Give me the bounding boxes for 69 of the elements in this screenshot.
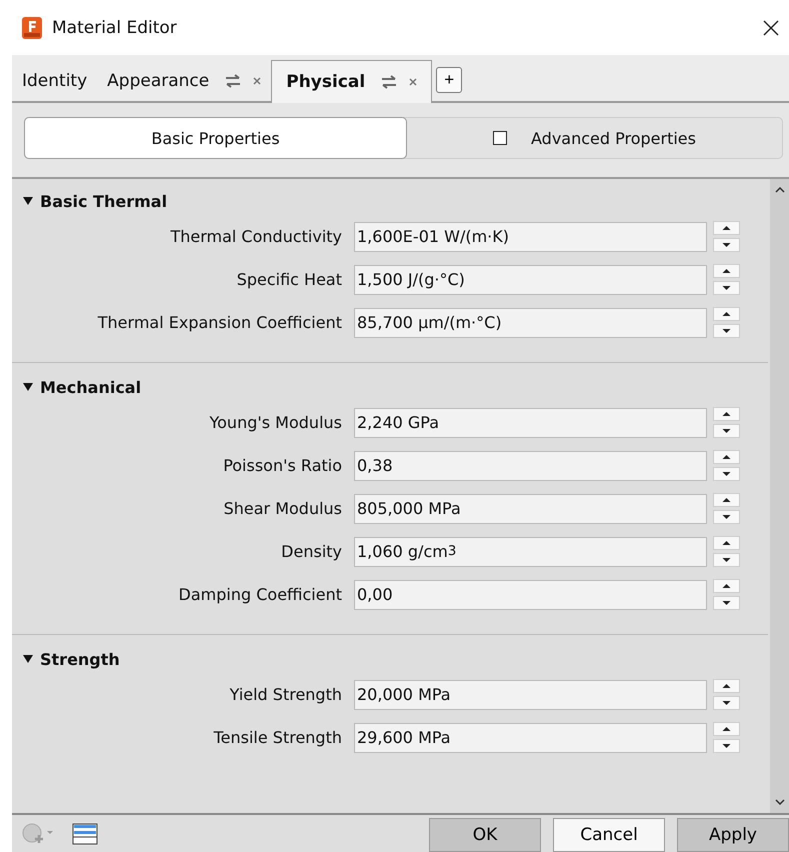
property-label: Density [280,542,343,561]
property-label: Damping Coefficient [178,585,343,604]
scroll-down-icon[interactable] [774,799,784,805]
tab[interactable]: Appearance [97,61,272,101]
section-title: Mechanical [40,378,142,396]
spin-up-icon[interactable] [713,450,740,464]
spin-down-icon[interactable] [713,510,740,524]
close-icon[interactable] [763,20,779,36]
scroll-up-icon[interactable] [774,187,784,193]
spin-down-icon[interactable] [713,424,740,438]
value-field[interactable]: 85,700 µm/(m·°C) [354,308,707,338]
value-field[interactable]: 20,000 MPa [354,680,707,710]
spin-up-icon[interactable] [713,264,740,278]
property-label: Thermal Expansion Coefficient [96,313,343,332]
spin-down-icon[interactable] [713,596,740,610]
value-field[interactable]: 29,600 MPa [354,722,707,752]
app-icon [22,16,42,38]
spin-down-icon[interactable] [713,238,740,252]
spin-down-icon[interactable] [713,467,740,481]
property-label: Thermal Conductivity [169,227,343,246]
tab-label: Identity [22,71,88,91]
value-field[interactable]: 0,00 [354,580,707,610]
tab-label: Physical [286,72,366,92]
swap-icon[interactable] [225,74,242,88]
dialog-button[interactable]: OK [429,818,541,852]
spin-up-icon[interactable] [713,221,740,235]
value-field[interactable]: 2,240 GPa [354,408,707,438]
property-label: Tensile Strength [212,728,343,747]
spin-up-icon[interactable] [713,493,740,507]
property-label: Shear Modulus [222,499,343,518]
property-label: Young's Modulus [208,413,343,432]
spin-up-icon[interactable] [713,307,740,321]
list-view-icon[interactable] [72,822,98,844]
dialog-button[interactable]: Cancel [553,818,665,852]
add-tab-button[interactable]: + [436,67,462,93]
property-label: Specific Heat [236,270,343,289]
checkbox[interactable] [493,131,507,145]
triangle-icon[interactable] [22,382,34,392]
value-field[interactable]: 1,600E-01 W/(m·K) [354,222,707,252]
tab[interactable]: Identity [12,61,98,101]
triangle-icon[interactable] [22,654,34,664]
tab-label: Appearance [107,71,210,91]
tab[interactable]: Physical [271,60,432,103]
window-title: Material Editor [52,18,177,38]
triangle-icon[interactable] [22,196,34,206]
spin-up-icon[interactable] [713,679,740,693]
spin-down-icon[interactable] [713,553,740,567]
spin-down-icon[interactable] [713,739,740,753]
segment-label: Basic Properties [151,128,280,148]
value-field[interactable]: 805,000 MPa [354,494,707,524]
segment-tab[interactable]: Advanced Properties [407,118,782,158]
section-title: Basic Thermal [40,192,168,210]
scrollbar[interactable] [770,179,789,813]
spin-down-icon[interactable] [713,696,740,710]
spin-up-icon[interactable] [713,536,740,550]
dialog-button[interactable]: Apply [677,818,789,852]
spin-up-icon[interactable] [713,579,740,593]
property-label: Yield Strength [228,685,343,704]
spin-down-icon[interactable] [713,324,740,338]
segment-label: Advanced Properties [531,128,696,148]
spin-up-icon[interactable] [713,722,740,736]
segment-tab[interactable]: Basic Properties [24,117,407,159]
value-field[interactable]: 0,38 [354,450,707,480]
value-field[interactable]: 1,500 J/(g·°C) [354,264,707,294]
swap-icon[interactable] [381,75,398,89]
property-label: Poisson's Ratio [222,456,343,475]
spin-down-icon[interactable] [713,281,740,295]
spin-up-icon[interactable] [713,407,740,421]
section-title: Strength [40,650,120,668]
